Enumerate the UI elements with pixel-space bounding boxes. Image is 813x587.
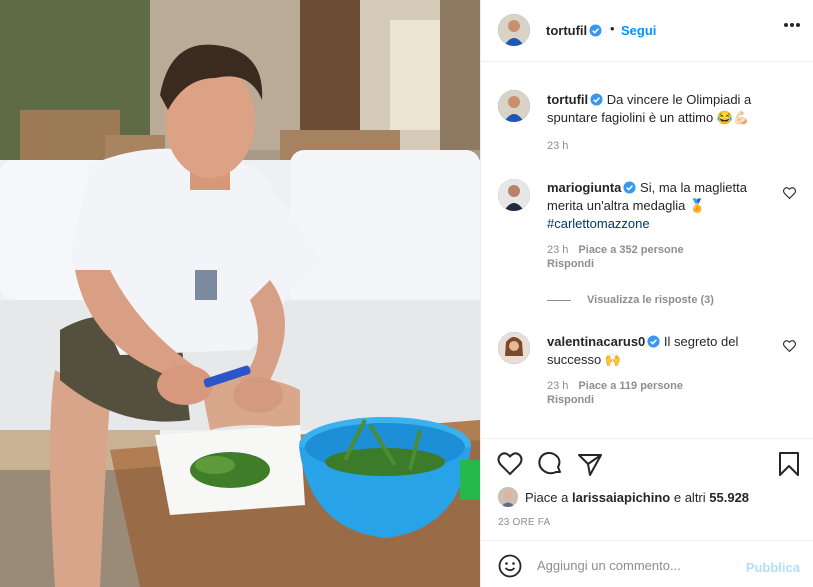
share-send-icon[interactable] — [577, 451, 603, 477]
reply-button[interactable]: Rispondi — [547, 393, 757, 407]
comment-time: 23 h — [547, 380, 569, 392]
verified-badge-icon — [590, 93, 603, 106]
caption-username[interactable]: tortufil — [547, 92, 588, 107]
likes-prefix: Piace a — [525, 490, 572, 505]
view-replies-button[interactable]: Visualizza le risposte (3) — [547, 294, 714, 306]
likes-suffix: e altri — [670, 490, 710, 505]
post-header: tortufil • Segui — [481, 0, 813, 62]
comment-avatar[interactable] — [498, 179, 530, 211]
comment-username[interactable]: mariogiunta — [547, 180, 621, 195]
caption-time: 23 h — [547, 140, 569, 152]
bookmark-icon[interactable] — [776, 451, 802, 477]
author-avatar[interactable] — [498, 14, 530, 46]
author-username[interactable]: tortufil — [546, 23, 602, 38]
comment-time: 23 h — [547, 244, 569, 256]
post-timestamp[interactable]: 23 ORE FA — [498, 517, 550, 528]
verified-badge-icon — [589, 24, 602, 37]
follow-button[interactable]: Segui — [621, 23, 656, 38]
post-side-panel: tortufil • Segui tortufil Da vincere le … — [480, 0, 813, 587]
comment-avatar[interactable] — [498, 332, 530, 364]
likes-count[interactable]: 55.928 — [709, 490, 749, 505]
replies-divider — [547, 299, 571, 301]
post-actions: Piace a larissaiapichino e altri 55.928 … — [481, 438, 813, 540]
like-comment-icon[interactable] — [783, 340, 796, 352]
more-options-icon[interactable] — [784, 23, 800, 29]
like-heart-icon[interactable] — [497, 451, 523, 477]
liker-avatar[interactable] — [498, 487, 518, 507]
comment-hashtag[interactable]: #carlettomazzone — [547, 216, 650, 231]
caption-avatar[interactable] — [498, 90, 530, 122]
like-comment-icon[interactable] — [783, 187, 796, 199]
comment-likes[interactable]: Piace a 119 persone — [578, 380, 683, 392]
comment-input[interactable] — [537, 554, 737, 576]
comments-list[interactable]: tortufil Da vincere le Olimpiadi a spunt… — [481, 63, 813, 435]
comment-username[interactable]: valentinacarus0 — [547, 334, 645, 349]
post-photo[interactable] — [0, 0, 480, 587]
reply-button[interactable]: Rispondi — [547, 257, 757, 271]
separator-dot: • — [610, 21, 615, 36]
comment-bubble-icon[interactable] — [537, 451, 563, 477]
publish-button[interactable]: Pubblica — [746, 560, 800, 575]
verified-badge-icon — [623, 181, 636, 194]
add-comment-bar: Pubblica — [481, 540, 813, 587]
post-image — [0, 0, 480, 587]
comment-likes[interactable]: Piace a 352 persone — [578, 244, 683, 256]
verified-badge-icon — [647, 335, 660, 348]
liker-username[interactable]: larissaiapichino — [572, 490, 670, 505]
emoji-icon[interactable] — [498, 554, 522, 578]
